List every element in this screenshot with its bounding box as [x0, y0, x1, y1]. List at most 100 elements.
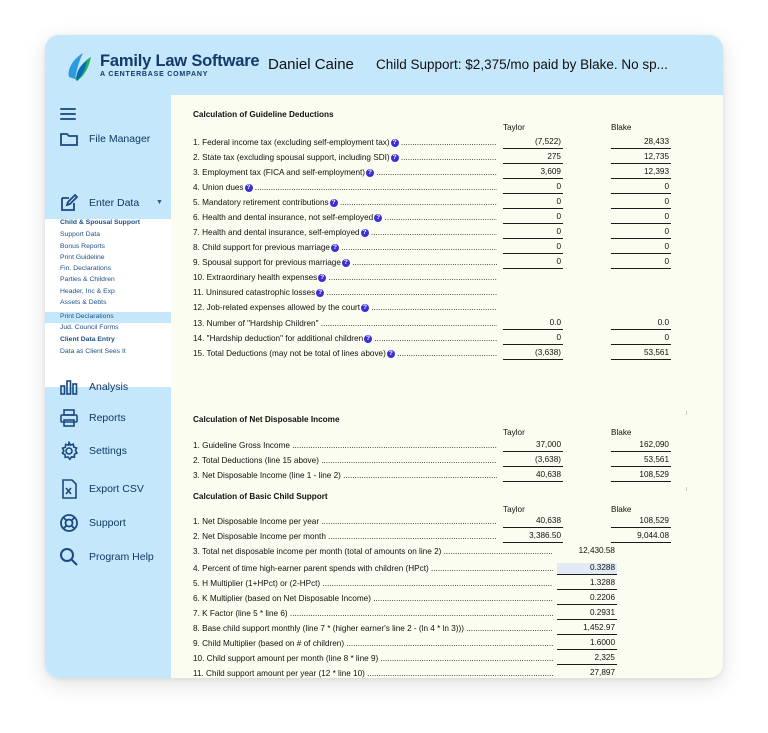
blake-value-cell[interactable]: 108,529 [611, 470, 671, 482]
taylor-value-cell[interactable]: 0 [503, 197, 563, 209]
taylor-value-cell[interactable]: 0 [503, 227, 563, 239]
blake-value-cell[interactable]: 9,044.08 [611, 531, 671, 543]
printer-icon [58, 407, 80, 429]
blake-value-cell[interactable]: 28,433 [611, 137, 671, 149]
help-icon[interactable]: ? [361, 304, 370, 312]
taylor-value-cell[interactable]: 0.0 [503, 318, 563, 330]
section-title-deductions: Calculation of Guideline Deductions [193, 110, 334, 119]
help-icon[interactable]: ? [330, 244, 339, 252]
submenu-item-data-as-client-sees-it[interactable]: Data as Client Sees It [60, 348, 126, 355]
help-icon[interactable]: ? [366, 169, 375, 177]
taylor-value-cell[interactable]: 3,609 [503, 167, 563, 179]
computed-value-cell[interactable]: 0.3288 [557, 563, 617, 575]
submenu-item-assets-debts[interactable]: Assets & Debts [60, 299, 106, 306]
row-label-text: 5. Mandatory retirement contributions [193, 198, 329, 207]
table-row: 7. K Factor (line 5 * line 6) ..........… [193, 608, 693, 623]
sidebar-item-reports[interactable]: Reports [45, 407, 171, 429]
folder-icon [58, 128, 80, 150]
decorative-tick [686, 487, 687, 491]
dot-leader: ........................................… [322, 579, 553, 588]
taylor-value-cell[interactable]: (7,522) [503, 137, 563, 149]
blake-value-cell[interactable]: 0 [611, 212, 671, 224]
blake-value-cell[interactable]: 12,393 [611, 167, 671, 179]
sidebar-item-settings[interactable]: Settings [45, 440, 171, 462]
row-label-text: 11. Uninsured catastrophic losses [193, 288, 316, 297]
blake-value-cell[interactable]: 0 [611, 242, 671, 254]
help-icon[interactable]: ? [329, 199, 338, 207]
search-icon [58, 546, 80, 568]
sidebar-item-support[interactable]: Support [45, 512, 171, 534]
taylor-value-cell[interactable]: 3,386.50 [503, 531, 563, 543]
help-icon[interactable]: ? [341, 259, 350, 267]
column-header-taylor: Taylor [503, 123, 525, 132]
sidebar-item-enter-data[interactable]: Enter Data [45, 192, 171, 214]
help-icon[interactable]: ? [364, 335, 373, 343]
blake-value-cell[interactable]: 162,090 [611, 440, 671, 452]
row-label-text: 9. Child Multiplier (based on # of child… [193, 639, 345, 648]
taylor-value-cell[interactable]: 0 [503, 333, 563, 345]
row-label-text: 13. Number of "Hardship Children" [193, 319, 319, 328]
taylor-value-cell[interactable]: 0 [503, 242, 563, 254]
logo-text[interactable]: Family Law Software A CENTERBASE COMPANY [100, 52, 260, 79]
submenu-item-parties-children[interactable]: Parties & Children [60, 276, 115, 283]
logo-subtitle: A CENTERBASE COMPANY [100, 71, 209, 78]
client-name: Daniel Caine [268, 56, 354, 73]
blake-value-cell[interactable]: 53,561 [611, 348, 671, 360]
sidebar-item-analysis[interactable]: Analysis [45, 376, 171, 398]
section-title-net-income: Calculation of Net Disposable Income [193, 415, 340, 424]
dot-leader: ........................................… [292, 441, 497, 450]
total-value-cell: 12,430.58 [578, 546, 615, 555]
table-row: 2. Total Deductions (line 15 above) ....… [193, 455, 693, 470]
blake-value-cell[interactable]: 0 [611, 197, 671, 209]
submenu-item-fin-declarations[interactable]: Fin. Declarations [60, 265, 111, 272]
submenu-item-print-declarations[interactable]: Print Declarations [60, 313, 114, 320]
row-label: 6. Health and dental insurance, not self… [193, 213, 497, 222]
help-icon[interactable]: ? [390, 139, 399, 147]
taylor-value-cell[interactable]: 37,000 [503, 440, 563, 452]
help-icon[interactable]: ? [386, 350, 395, 358]
blake-value-cell[interactable]: 0 [611, 257, 671, 269]
blake-value-cell[interactable]: 53,561 [611, 455, 671, 467]
dot-leader: ........................................… [328, 273, 497, 282]
taylor-value-cell[interactable]: 40,638 [503, 470, 563, 482]
taylor-value-cell[interactable]: 0 [503, 257, 563, 269]
taylor-value-cell[interactable]: 40,638 [503, 516, 563, 528]
help-icon[interactable]: ? [390, 154, 399, 162]
taylor-value-cell[interactable]: (3,638) [503, 348, 563, 360]
sidebar-item-program-help[interactable]: Program Help [45, 546, 171, 568]
table-row: 9. Spousal support for previous marriage… [193, 257, 693, 272]
taylor-value-cell[interactable]: 0 [503, 182, 563, 194]
dot-leader: ........................................… [339, 198, 497, 207]
submenu-item-bonus-reports[interactable]: Bonus Reports [60, 243, 105, 250]
help-icon[interactable]: ? [360, 229, 369, 237]
sidebar-item-file-manager[interactable]: File Manager [45, 128, 171, 150]
dot-leader: ........................................… [443, 547, 553, 556]
hamburger-menu-icon[interactable] [60, 108, 76, 122]
blake-value-cell[interactable]: 12,735 [611, 152, 671, 164]
table-row: 1. Net Disposable Income per year ......… [193, 516, 693, 531]
blake-value-cell[interactable]: 0 [611, 333, 671, 345]
submenu-item-support-data[interactable]: Support Data [60, 231, 100, 238]
chevron-down-icon[interactable]: ▼ [156, 199, 163, 206]
taylor-value-cell[interactable]: 0 [503, 212, 563, 224]
row-label-text: 3. Total net disposable income per month… [193, 547, 442, 556]
blake-value-cell[interactable]: 0 [611, 227, 671, 239]
row-label-text: 15. Total Deductions (may not be total o… [193, 349, 386, 358]
sidebar-item-label: File Manager [89, 133, 151, 145]
row-label: 3. Total net disposable income per month… [193, 547, 553, 556]
submenu-item-client-data-entry[interactable]: Client Data Entry [60, 336, 115, 343]
taylor-value-cell[interactable]: (3,638) [503, 455, 563, 467]
sidebar-item-export-csv[interactable]: Export CSV [45, 477, 171, 501]
table-row: 1. Guideline Gross Income ..............… [193, 440, 693, 455]
blake-value-cell[interactable]: 0 [611, 182, 671, 194]
taylor-value-cell[interactable]: 275 [503, 152, 563, 164]
row-label-text: 4. Union dues [193, 183, 244, 192]
table-row: 8. Base child support monthly (line 7 * … [193, 623, 693, 638]
submenu-item-print-guideline[interactable]: Print Guideline [60, 254, 105, 261]
submenu-item-header-inc-exp[interactable]: Header, Inc & Exp [60, 288, 115, 295]
blake-value-cell[interactable]: 0.0 [611, 318, 671, 330]
help-icon[interactable]: ? [244, 184, 253, 192]
submenu-item-child-spousal-support[interactable]: Child & Spousal Support [60, 219, 140, 226]
submenu-item-jud-council-forms[interactable]: Jud. Council Forms [60, 324, 119, 331]
blake-value-cell[interactable]: 108,529 [611, 516, 671, 528]
